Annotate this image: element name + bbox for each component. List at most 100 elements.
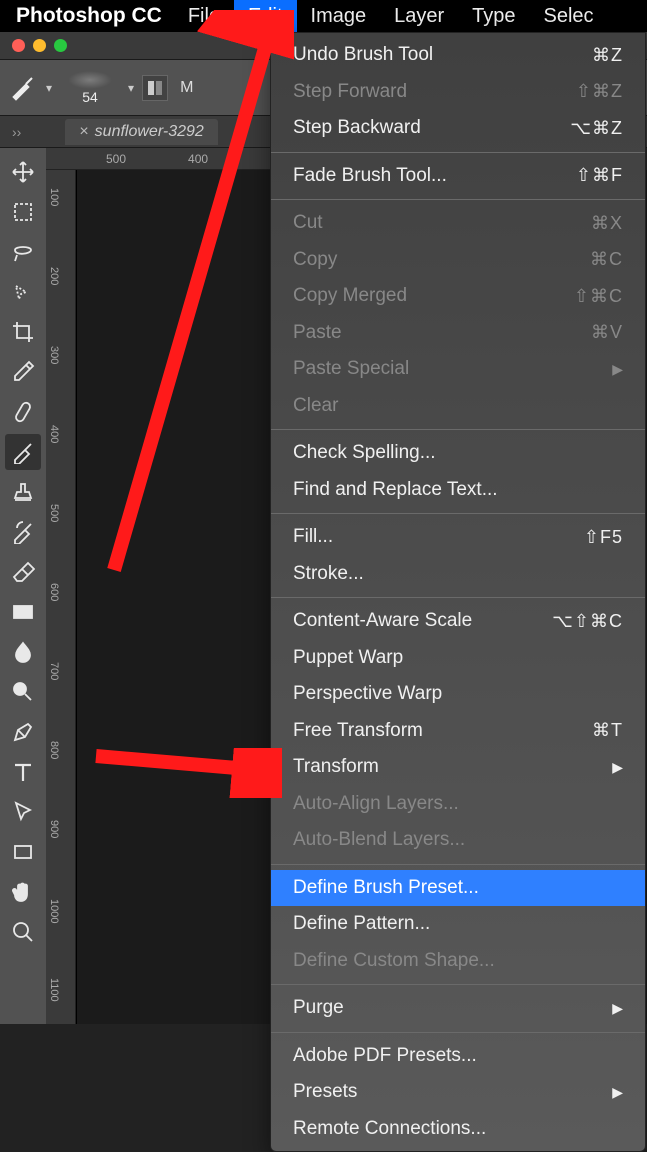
eyedropper-tool[interactable] xyxy=(5,354,41,390)
close-window-button[interactable] xyxy=(12,39,25,52)
zoom-tool[interactable] xyxy=(5,914,41,950)
menu-item-presets[interactable]: Presets▶ xyxy=(271,1074,645,1111)
menu-item-content-aware-scale[interactable]: Content-Aware Scale ⌥⇧⌘C xyxy=(271,603,645,640)
menu-item-shortcut: ⌥⌘Z xyxy=(570,115,623,142)
menu-item-label: Undo Brush Tool xyxy=(293,41,433,70)
ruler-tick: 100 xyxy=(48,188,60,206)
menu-item-stroke[interactable]: Stroke... xyxy=(271,556,645,593)
menu-item-find-and-replace-text[interactable]: Find and Replace Text... xyxy=(271,472,645,509)
quick-select-tool[interactable] xyxy=(5,274,41,310)
menu-type[interactable]: Type xyxy=(458,0,529,33)
menu-edit[interactable]: Edit xyxy=(234,0,296,33)
menu-item-label: Paste xyxy=(293,319,342,348)
menu-item-perspective-warp[interactable]: Perspective Warp xyxy=(271,676,645,713)
menu-item-define-pattern[interactable]: Define Pattern... xyxy=(271,906,645,943)
tool-rail xyxy=(0,148,46,1024)
move-tool[interactable] xyxy=(5,154,41,190)
ruler-tick: 900 xyxy=(48,820,60,838)
menu-item-label: Auto-Align Layers... xyxy=(293,790,459,819)
history-brush-tool[interactable] xyxy=(5,514,41,550)
menu-item-undo-brush-tool[interactable]: Undo Brush Tool ⌘Z xyxy=(271,37,645,74)
menu-item-shortcut: ⌘Z xyxy=(592,42,623,69)
menu-item-label: Fade Brush Tool... xyxy=(293,162,447,191)
menu-item-label: Transform xyxy=(293,753,379,782)
brush-preset-picker[interactable]: 54 xyxy=(60,69,120,107)
menu-separator xyxy=(271,429,645,430)
menu-item-clear: Clear xyxy=(271,388,645,425)
tool-preset-dropdown-icon[interactable]: ▾ xyxy=(46,81,52,95)
horizontal-ruler[interactable]: 500 400 xyxy=(46,148,275,170)
crop-tool[interactable] xyxy=(5,314,41,350)
rectangle-tool[interactable] xyxy=(5,834,41,870)
minimize-window-button[interactable] xyxy=(33,39,46,52)
current-tool-brush-icon[interactable] xyxy=(8,73,38,103)
document-tab-title: sunflower-3292 xyxy=(95,123,204,141)
menu-item-transform[interactable]: Transform▶ xyxy=(271,749,645,786)
ruler-tick: 200 xyxy=(48,267,60,285)
menu-item-fill[interactable]: Fill...⇧F5 xyxy=(271,519,645,556)
brush-dropdown-icon[interactable]: ▾ xyxy=(128,81,134,95)
menu-layer[interactable]: Layer xyxy=(380,0,458,33)
menu-item-define-brush-preset[interactable]: Define Brush Preset... xyxy=(271,870,645,907)
menu-select[interactable]: Selec xyxy=(530,0,608,33)
menu-item-adobe-pdf-presets[interactable]: Adobe PDF Presets... xyxy=(271,1038,645,1075)
brush-panel-toggle[interactable] xyxy=(142,75,168,101)
menu-item-paste: Paste⌘V xyxy=(271,315,645,352)
menu-separator xyxy=(271,984,645,985)
menu-item-check-spelling[interactable]: Check Spelling... xyxy=(271,435,645,472)
menu-item-fade-brush-tool[interactable]: Fade Brush Tool... ⇧⌘F xyxy=(271,158,645,195)
stamp-tool[interactable] xyxy=(5,474,41,510)
menu-image[interactable]: Image xyxy=(297,0,381,33)
menu-item-label: Cut xyxy=(293,209,323,238)
pen-tool[interactable] xyxy=(5,714,41,750)
menu-item-remote-connections[interactable]: Remote Connections... xyxy=(271,1111,645,1148)
ruler-tick: 600 xyxy=(48,583,60,601)
menu-item-shortcut: ⌥⇧⌘C xyxy=(552,608,623,635)
zoom-window-button[interactable] xyxy=(54,39,67,52)
vertical-ruler[interactable]: 500 400 10020030040050060070080090010001… xyxy=(46,148,76,1024)
gradient-tool[interactable] xyxy=(5,594,41,630)
app-name: Photoshop CC xyxy=(4,4,174,28)
menu-item-label: Fill... xyxy=(293,523,333,552)
menu-item-label: Copy Merged xyxy=(293,282,407,311)
menu-item-shortcut: ⌘X xyxy=(591,210,623,237)
menu-item-label: Check Spelling... xyxy=(293,439,436,468)
menu-item-label: Purge xyxy=(293,994,344,1023)
dodge-tool[interactable] xyxy=(5,674,41,710)
path-select-tool[interactable] xyxy=(5,794,41,830)
submenu-arrow-icon: ▶ xyxy=(612,1082,623,1103)
app-menubar: Photoshop CC File Edit Image Layer Type … xyxy=(0,0,647,32)
submenu-arrow-icon: ▶ xyxy=(612,359,623,380)
healing-brush-tool[interactable] xyxy=(5,394,41,430)
eraser-tool[interactable] xyxy=(5,554,41,590)
ruler-tick: 700 xyxy=(48,662,60,680)
menu-item-cut: Cut ⌘X xyxy=(271,205,645,242)
brush-tool[interactable] xyxy=(5,434,41,470)
marquee-tool[interactable] xyxy=(5,194,41,230)
menu-item-label: Stroke... xyxy=(293,560,364,589)
menu-item-label: Content-Aware Scale xyxy=(293,607,472,636)
menu-item-shortcut: ⇧⌘F xyxy=(576,162,623,189)
menu-item-label: Find and Replace Text... xyxy=(293,476,498,505)
ruler-tick: 300 xyxy=(48,346,60,364)
menu-item-purge[interactable]: Purge▶ xyxy=(271,990,645,1027)
document-tab[interactable]: × sunflower-3292 xyxy=(65,119,217,145)
blur-tool[interactable] xyxy=(5,634,41,670)
ruler-tick: 800 xyxy=(48,741,60,759)
menu-separator xyxy=(271,1032,645,1033)
menu-item-free-transform[interactable]: Free Transform⌘T xyxy=(271,713,645,750)
close-tab-icon[interactable]: × xyxy=(79,123,88,141)
menu-item-puppet-warp[interactable]: Puppet Warp xyxy=(271,640,645,677)
type-tool[interactable] xyxy=(5,754,41,790)
ruler-tick: 1000 xyxy=(48,899,60,923)
menu-file[interactable]: File xyxy=(174,0,234,33)
ruler-tick: 500 xyxy=(48,504,60,522)
brush-stroke-preview-icon xyxy=(68,71,112,89)
menu-item-auto-align-layers: Auto-Align Layers... xyxy=(271,786,645,823)
hand-tool[interactable] xyxy=(5,874,41,910)
menu-item-label: Define Pattern... xyxy=(293,910,430,939)
panel-expander-icon[interactable]: ›› xyxy=(8,124,25,140)
menu-item-step-forward: Step Forward⇧⌘Z xyxy=(271,74,645,111)
lasso-tool[interactable] xyxy=(5,234,41,270)
menu-item-step-backward[interactable]: Step Backward⌥⌘Z xyxy=(271,110,645,147)
